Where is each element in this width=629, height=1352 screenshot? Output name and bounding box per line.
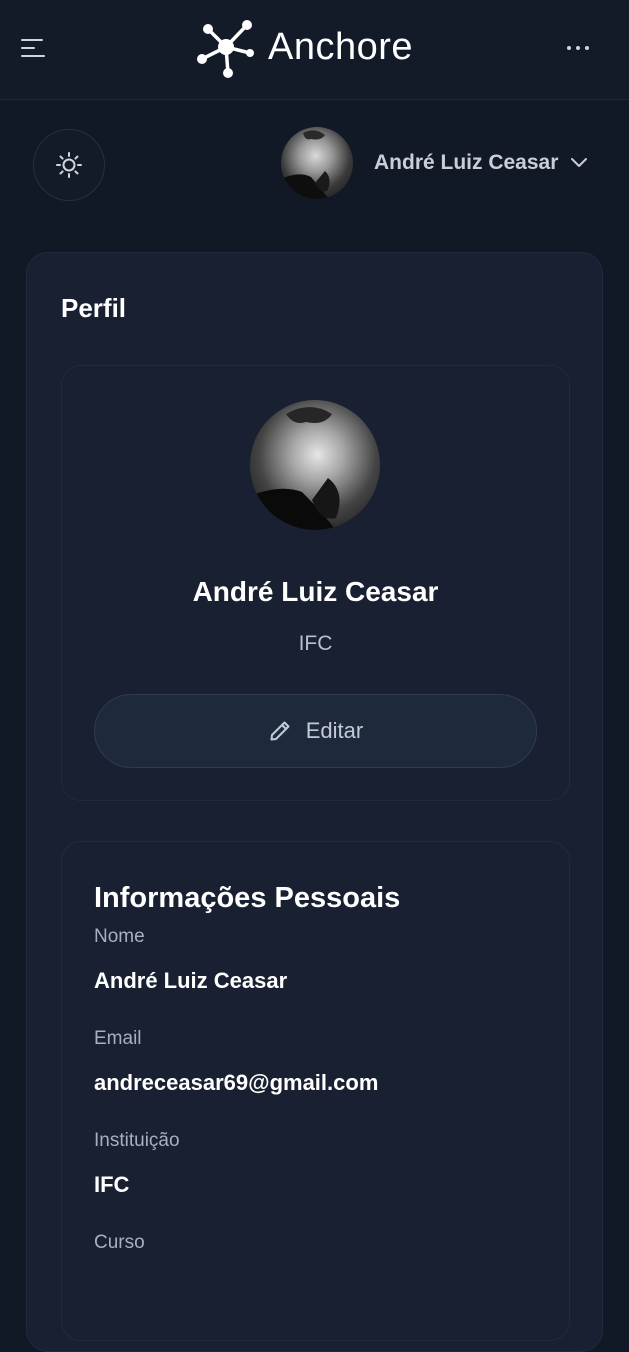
sun-icon xyxy=(56,152,82,178)
user-name: André Luiz Ceasar xyxy=(374,151,559,174)
profile-name: André Luiz Ceasar xyxy=(192,576,439,607)
field-value-email: andreceasar69@gmail.com xyxy=(94,1070,379,1095)
page-title: Perfil xyxy=(61,293,127,323)
field-label-instituicao: Instituição xyxy=(94,1130,180,1151)
field-label-nome: Nome xyxy=(94,926,145,947)
field-value-nome: André Luiz Ceasar xyxy=(94,968,288,993)
section-title: Informações Pessoais xyxy=(94,882,401,914)
edit-profile-button[interactable]: Editar xyxy=(94,694,537,768)
user-menu-button[interactable]: André Luiz Ceasar xyxy=(281,126,601,200)
chevron-down-icon xyxy=(571,158,588,167)
profile-avatar xyxy=(250,400,380,530)
avatar xyxy=(281,127,353,199)
pencil-icon xyxy=(270,721,290,741)
personal-info-section: Informações Pessoais Nome André Luiz Cea… xyxy=(61,841,570,1341)
hamburger-menu-icon[interactable] xyxy=(18,34,50,62)
theme-toggle-button[interactable] xyxy=(33,129,105,201)
profile-summary: André Luiz Ceasar IFC Editar xyxy=(61,365,570,801)
edit-button-label: Editar xyxy=(305,718,364,743)
more-dots-icon[interactable] xyxy=(558,36,598,60)
brand-logo[interactable]: Anchore xyxy=(194,15,413,79)
top-navbar: Anchore xyxy=(0,0,629,100)
field-value-instituicao: IFC xyxy=(94,1172,130,1197)
field-label-curso: Curso xyxy=(94,1232,145,1253)
network-logo-icon xyxy=(197,20,254,78)
field-label-email: Email xyxy=(94,1028,142,1049)
brand-name: Anchore xyxy=(268,25,414,68)
profile-institution: IFC xyxy=(298,632,333,655)
profile-card: Perfil André Luiz Ceasar IFC Editar Info… xyxy=(26,252,603,1352)
